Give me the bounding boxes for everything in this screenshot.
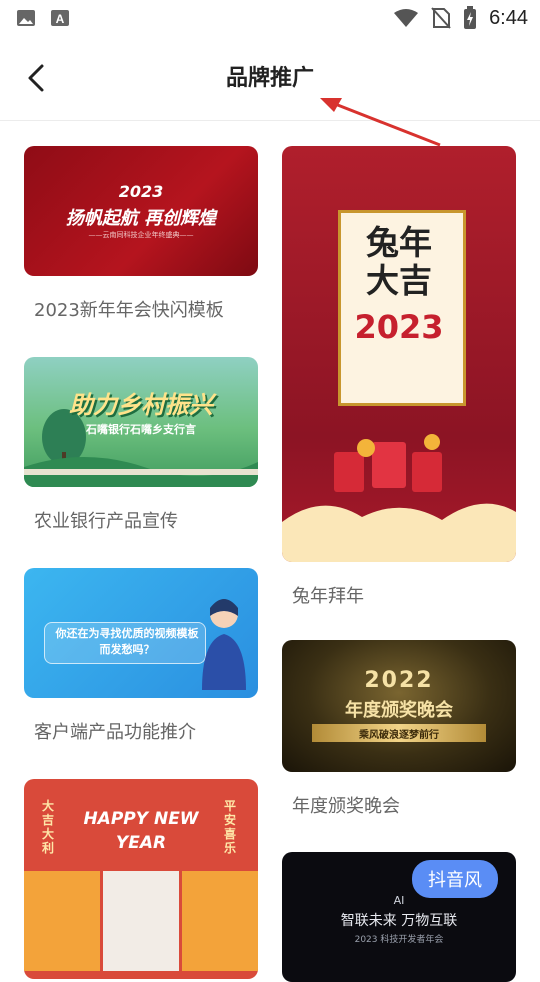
template-label: 农业银行产品宣传 <box>34 511 178 532</box>
thumb-title: 2022 <box>364 668 434 693</box>
text-a-icon: A <box>51 10 69 26</box>
thumb-title: 助力乡村振兴 <box>69 391 213 419</box>
template-label: 年度颁奖晚会 <box>292 796 400 817</box>
template-thumbnail[interactable]: 大吉大利 HAPPY NEW YEAR 平安喜乐 <box>24 779 258 979</box>
page-title: 品牌推广 <box>225 66 314 91</box>
svg-text:A: A <box>56 12 65 26</box>
template-card[interactable]: 助力乡村振兴 石嘴银行石嘴乡支行言 农业银行产品宣传 <box>24 357 258 547</box>
thumb-caption: ——云南同科技企业年终盛典—— <box>88 231 194 239</box>
thumb-subtitle: 扬帆起航 再创辉煌 <box>65 208 217 229</box>
template-card[interactable]: 你还在为寻找优质的视频模板而发愁吗？ 客户端产品功能推介 <box>24 568 258 758</box>
template-card[interactable]: AI 智联未来 万物互联 2023 科技开发者年会 抖音风 <box>282 852 516 982</box>
app-bar: 品牌推广 <box>0 36 540 121</box>
template-thumbnail[interactable]: 2023 扬帆起航 再创辉煌 ——云南同科技企业年终盛典—— <box>24 146 258 276</box>
template-card[interactable]: 兔年大吉 2023 兔年拜年 <box>282 146 516 616</box>
thumb-vertical-right: 平安喜乐 <box>224 799 237 855</box>
template-card[interactable]: 2023 扬帆起航 再创辉煌 ——云南同科技企业年终盛典—— 2023新年年会快… <box>24 146 258 336</box>
thumb-caption: 乘风破浪逐梦前行 <box>359 730 439 741</box>
thumb-vertical-left: 大吉大利 <box>42 799 55 855</box>
template-card[interactable]: 大吉大利 HAPPY NEW YEAR 平安喜乐 <box>24 779 258 979</box>
style-badge[interactable]: 抖音风 <box>412 860 498 898</box>
thumb-subtitle: 石嘴银行石嘴乡支行言 <box>86 423 196 436</box>
template-thumbnail[interactable]: 你还在为寻找优质的视频模板而发愁吗？ <box>24 568 258 698</box>
template-thumbnail[interactable]: 助力乡村振兴 石嘴银行石嘴乡支行言 <box>24 357 258 487</box>
thumb-title: 2023 <box>118 182 164 201</box>
thumb-title: 你还在为寻找优质的视频模板而发愁吗？ <box>55 627 199 656</box>
thumb-title: 智联未来 万物互联 <box>340 913 458 929</box>
person-illustration <box>202 599 246 690</box>
red-envelope-illustration <box>282 434 516 562</box>
image-icon <box>17 10 35 26</box>
thumb-caption: 2023 科技开发者年会 <box>354 935 444 945</box>
battery-charging-icon <box>464 6 477 29</box>
thumb-title: HAPPY NEW YEAR <box>83 809 199 853</box>
thumb-title: 兔年大吉 <box>366 223 432 300</box>
wifi-icon <box>394 9 419 27</box>
no-sim-icon <box>431 7 451 29</box>
template-card[interactable]: 2022 年度颁奖晚会 乘风破浪逐梦前行 年度颁奖晚会 <box>282 640 516 830</box>
template-label: 2023新年年会快闪模板 <box>34 300 224 321</box>
status-bar: A 6:44 <box>0 0 540 36</box>
template-label: 兔年拜年 <box>292 586 364 607</box>
photo-grid <box>24 871 258 971</box>
clock: 6:44 <box>489 6 528 29</box>
template-label: 客户端产品功能推介 <box>34 722 196 743</box>
thumb-subtitle: 年度颁奖晚会 <box>345 700 453 721</box>
template-thumbnail[interactable]: 2022 年度颁奖晚会 乘风破浪逐梦前行 <box>282 640 516 772</box>
template-thumbnail[interactable]: 兔年大吉 2023 <box>282 146 516 562</box>
thumb-year: 2023 <box>354 308 444 346</box>
